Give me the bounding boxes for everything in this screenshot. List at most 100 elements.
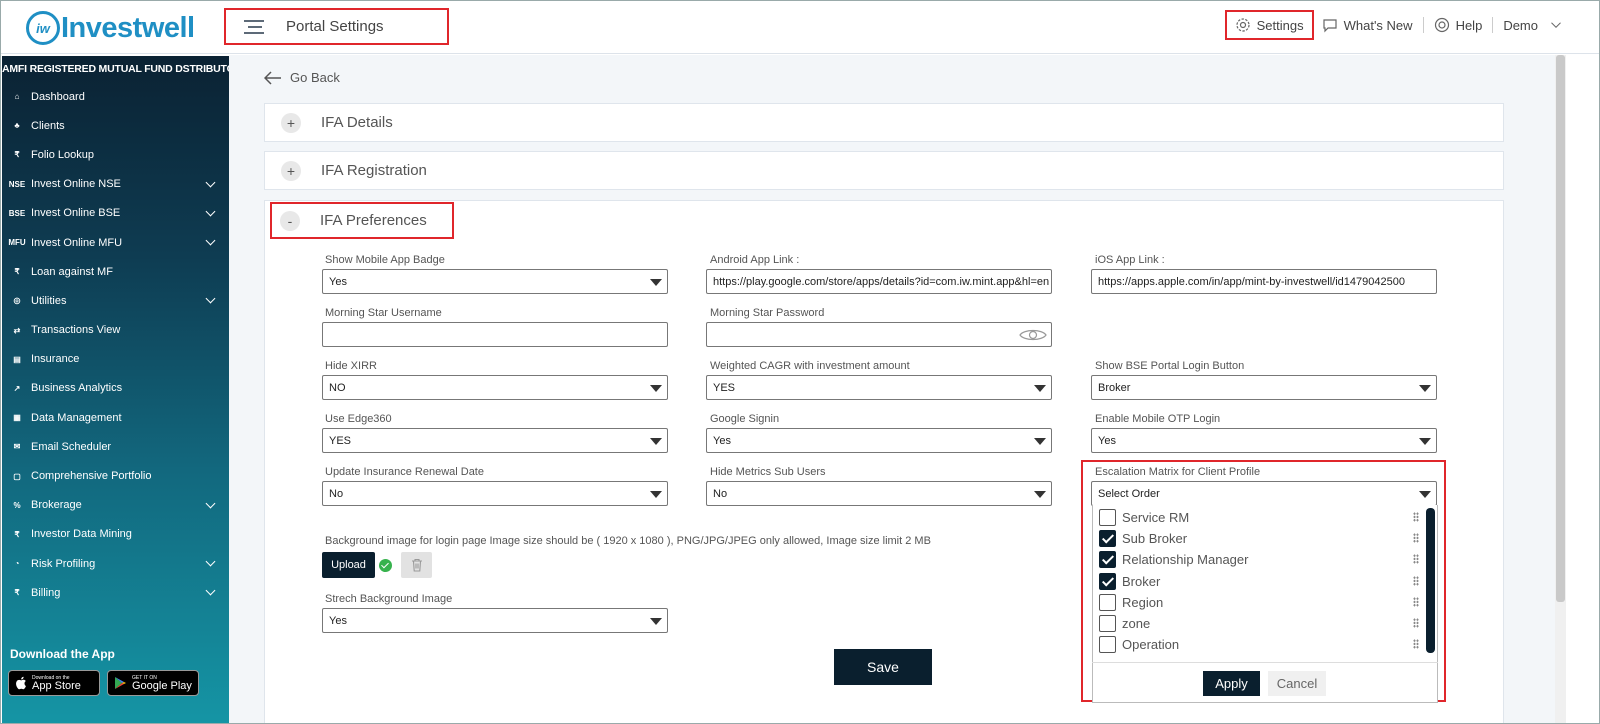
- weighted-cagr-select[interactable]: YES: [706, 375, 1052, 400]
- hamburger-menu-icon[interactable]: [244, 16, 264, 38]
- delete-button[interactable]: [401, 552, 432, 578]
- escalation-option-relationship-manager[interactable]: Relationship Manager: [1099, 549, 1419, 570]
- sidebar-item-investor-data-mining[interactable]: ₹ Investor Data Mining: [2, 520, 229, 549]
- chevron-down-icon[interactable]: [205, 585, 216, 596]
- sidebar-item-risk-profiling[interactable]: ◔ Risk Profiling: [2, 549, 229, 578]
- sidebar-item-business-analytics[interactable]: ↗ Business Analytics: [2, 374, 229, 403]
- sidebar-item-loan-against-mf[interactable]: ₹ Loan against MF: [2, 257, 229, 286]
- transactions-icon: ⇄: [13, 325, 21, 335]
- drag-handle-icon[interactable]: [1413, 554, 1419, 565]
- user-menu[interactable]: Demo: [1495, 11, 1570, 39]
- sidebar-item-invest-online-bse[interactable]: BSE Invest Online BSE: [2, 199, 229, 228]
- users-icon: ♣: [14, 121, 20, 131]
- sidebar-item-comprehensive-portfolio[interactable]: ▢ Comprehensive Portfolio: [2, 461, 229, 490]
- checkbox-unchecked[interactable]: [1099, 509, 1116, 526]
- help-link[interactable]: Help: [1426, 11, 1491, 39]
- show-bse-login-select[interactable]: Broker: [1091, 375, 1437, 400]
- investwell-logo[interactable]: iw Investwell: [26, 10, 195, 46]
- checkbox-checked[interactable]: [1099, 572, 1116, 590]
- morning-star-username-input[interactable]: [322, 322, 668, 347]
- option-label: zone: [1122, 616, 1151, 631]
- settings-link[interactable]: Settings: [1224, 10, 1314, 40]
- sidebar-item-clients[interactable]: ♣ Clients: [2, 111, 229, 140]
- sidebar-item-dashboard[interactable]: ⌂ Dashboard: [2, 82, 229, 111]
- whats-new-link[interactable]: What's New: [1314, 11, 1421, 39]
- dropdown-scrollbar[interactable]: [1426, 508, 1435, 653]
- cancel-button[interactable]: Cancel: [1268, 671, 1326, 696]
- sidebar-item-invest-online-mfu[interactable]: MFU Invest Online MFU: [2, 228, 229, 257]
- escalation-option-operation[interactable]: Operation: [1099, 634, 1419, 655]
- sidebar-item-folio-lookup[interactable]: ₹ Folio Lookup: [2, 140, 229, 169]
- page-scrollbar[interactable]: [1555, 55, 1566, 724]
- checkbox-checked[interactable]: [1099, 551, 1116, 569]
- expand-icon[interactable]: +: [281, 112, 301, 133]
- sidebar-item-billing[interactable]: ₹ Billing: [2, 578, 229, 607]
- chevron-down-icon[interactable]: [205, 556, 216, 567]
- update-insurance-select[interactable]: No: [322, 481, 668, 506]
- sidebar-item-data-management[interactable]: ▦ Data Management: [2, 403, 229, 432]
- caret-down-icon: [650, 279, 662, 286]
- eye-icon[interactable]: [1019, 327, 1047, 343]
- selected-value: NO: [329, 381, 346, 394]
- show-mobile-app-badge-select[interactable]: Yes: [322, 269, 668, 294]
- escalation-option-region[interactable]: Region: [1099, 592, 1419, 613]
- chevron-down-icon[interactable]: [205, 498, 216, 509]
- escalation-option-zone[interactable]: zone: [1099, 613, 1419, 634]
- escalation-matrix-select[interactable]: Select Order: [1091, 481, 1437, 506]
- sidebar-item-utilities[interactable]: ◎ Utilities: [2, 286, 229, 315]
- checkbox-checked[interactable]: [1099, 530, 1116, 548]
- nse-icon: NSE: [8, 179, 26, 189]
- user-name: Demo: [1503, 17, 1538, 33]
- use-edge360-select[interactable]: YES: [322, 428, 668, 453]
- drag-handle-icon[interactable]: [1413, 533, 1419, 544]
- google-signin-select[interactable]: Yes: [706, 428, 1052, 453]
- upload-button[interactable]: Upload: [322, 552, 375, 578]
- gear-icon: [1236, 18, 1250, 32]
- checkbox-unchecked[interactable]: [1099, 593, 1116, 611]
- collapse-icon[interactable]: -: [280, 210, 300, 231]
- help-lifebuoy-icon: [1434, 17, 1449, 33]
- chevron-down-icon[interactable]: [205, 235, 216, 246]
- checkbox-unchecked[interactable]: [1099, 636, 1116, 654]
- show-mobile-app-badge-label: Show Mobile App Badge: [325, 254, 445, 266]
- ifa-registration-section[interactable]: + IFA Registration: [264, 151, 1504, 190]
- drag-handle-icon[interactable]: [1413, 575, 1419, 586]
- android-app-link-input[interactable]: https://play.google.com/store/apps/detai…: [706, 269, 1052, 294]
- sidebar-item-transactions-view[interactable]: ⇄ Transactions View: [2, 316, 229, 345]
- sidebar-item-email-scheduler[interactable]: ✉ Email Scheduler: [2, 432, 229, 461]
- stretch-background-label: Strech Background Image: [325, 593, 453, 605]
- apply-button[interactable]: Apply: [1203, 671, 1260, 696]
- checkbox-unchecked[interactable]: [1099, 615, 1116, 632]
- escalation-option-sub-broker[interactable]: Sub Broker: [1099, 528, 1419, 549]
- ifa-preferences-header[interactable]: - IFA Preferences: [270, 202, 454, 239]
- sidebar-item-brokerage[interactable]: % Brokerage: [2, 491, 229, 520]
- drag-handle-icon[interactable]: [1413, 596, 1419, 607]
- morning-star-password-input[interactable]: [706, 322, 1052, 347]
- sidebar-item-insurance[interactable]: ▤ Insurance: [2, 345, 229, 374]
- sidebar-item-invest-online-nse[interactable]: NSE Invest Online NSE: [2, 170, 229, 199]
- ios-app-link-input[interactable]: https://apps.apple.com/in/app/mint-by-in…: [1091, 269, 1437, 294]
- chevron-down-icon[interactable]: [205, 293, 216, 304]
- chevron-down-icon[interactable]: [205, 177, 216, 188]
- caret-down-icon: [650, 491, 662, 498]
- ifa-details-section[interactable]: + IFA Details: [264, 103, 1504, 142]
- escalation-option-broker[interactable]: Broker: [1099, 571, 1419, 592]
- google-play-button[interactable]: GET IT ON Google Play: [107, 670, 199, 696]
- loan-icon: ₹: [14, 267, 20, 277]
- go-back-link[interactable]: Go Back: [264, 70, 340, 85]
- drag-handle-icon[interactable]: [1413, 618, 1419, 628]
- escalation-option-service-rm[interactable]: Service RM: [1099, 507, 1419, 528]
- enable-mobile-otp-select[interactable]: Yes: [1091, 428, 1437, 453]
- drag-handle-icon[interactable]: [1413, 512, 1419, 522]
- brokerage-icon: %: [13, 500, 21, 510]
- expand-icon[interactable]: +: [281, 160, 301, 181]
- hide-xirr-select[interactable]: NO: [322, 375, 668, 400]
- save-button[interactable]: Save: [834, 649, 932, 685]
- scrollbar-thumb[interactable]: [1556, 55, 1565, 602]
- drag-handle-icon[interactable]: [1413, 639, 1419, 650]
- stretch-background-select[interactable]: Yes: [322, 608, 668, 633]
- app-store-button[interactable]: Download on the App Store: [8, 670, 100, 696]
- chevron-down-icon[interactable]: [205, 206, 216, 217]
- hide-metrics-select[interactable]: No: [706, 481, 1052, 506]
- selected-value: YES: [713, 381, 736, 394]
